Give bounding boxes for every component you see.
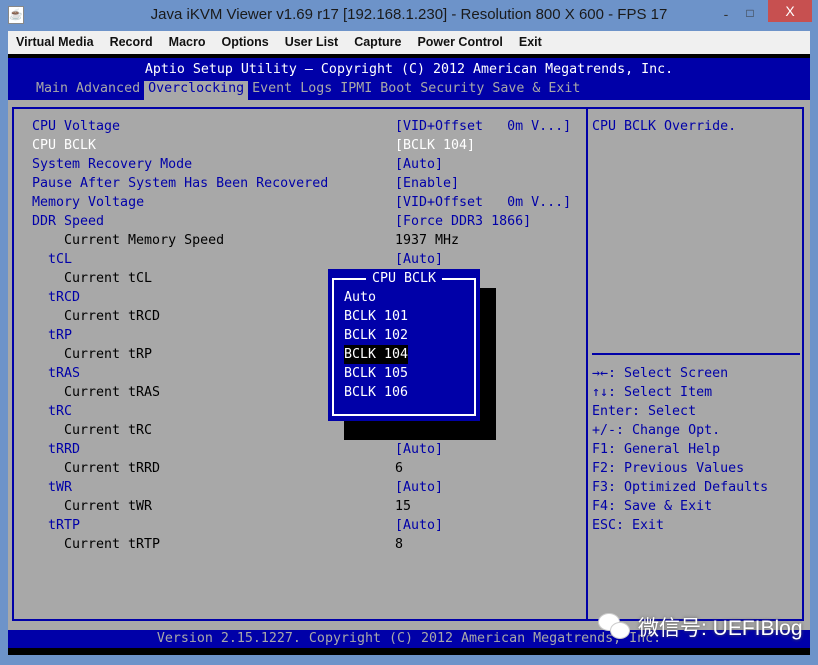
key-hint: +/-: Change Opt. — [592, 423, 721, 438]
setting-label: Current tRCD — [64, 309, 161, 324]
setting-value[interactable]: [Auto] — [395, 440, 443, 459]
setting-label: Current tWR — [64, 499, 153, 514]
setting-label[interactable]: tWR — [48, 478, 72, 497]
menu-power-control[interactable]: Power Control — [409, 31, 510, 54]
tab-save-exit[interactable]: Save & Exit — [488, 81, 584, 100]
setting-label: Current tCL — [64, 271, 153, 286]
help-divider — [592, 353, 800, 355]
setting-label: Current tRC — [64, 423, 153, 438]
setting-value[interactable]: [Auto] — [395, 478, 443, 497]
setting-label[interactable]: tRTP — [48, 516, 80, 535]
setting-value: 8 — [395, 537, 404, 552]
close-button[interactable]: X — [768, 0, 812, 22]
setting-label[interactable]: tRP — [48, 326, 72, 345]
bios-screen[interactable]: Aptio Setup Utility – Copyright (C) 2012… — [8, 54, 810, 655]
setting-label[interactable]: Pause After System Has Been Recovered — [32, 174, 328, 193]
menu-record[interactable]: Record — [102, 31, 161, 54]
key-hint: F3: Optimized Defaults — [592, 480, 769, 495]
setting-label: Current tRRD — [64, 461, 161, 476]
cpu-bclk-popup: CPU BCLK Auto BCLK 101 BCLK 102 BCLK 104 BCL… — [328, 269, 480, 421]
window-title: Java iKVM Viewer v1.69 r17 [192.168.1.23… — [150, 6, 668, 23]
setting-label[interactable]: tRC — [48, 402, 72, 421]
tab-event-logs[interactable]: Event Logs — [248, 81, 336, 100]
setting-label: Current tRP — [64, 347, 153, 362]
setting-label[interactable]: tRAS — [48, 364, 80, 383]
setting-label: Current tRTP — [64, 537, 161, 552]
setting-value[interactable]: [Enable] — [395, 174, 459, 193]
setting-label: Current tRAS — [64, 385, 161, 400]
key-hint: →←: Select Screen — [592, 366, 729, 381]
help-text: CPU BCLK Override. — [592, 119, 737, 134]
setting-label[interactable]: System Recovery Mode — [32, 155, 192, 174]
wechat-icon — [598, 613, 632, 641]
popup-option[interactable]: BCLK 101 — [344, 307, 408, 326]
menu-virtual-media[interactable]: Virtual Media — [8, 31, 102, 54]
setting-value: 6 — [395, 461, 404, 476]
setting-value[interactable]: [Auto] — [395, 516, 443, 535]
setting-value[interactable]: [BCLK 104] — [395, 136, 475, 155]
setting-label: Current Memory Speed — [64, 233, 225, 248]
tab-overclocking[interactable]: Overclocking — [144, 81, 249, 100]
bios-title: Aptio Setup Utility – Copyright (C) 2012… — [144, 62, 674, 77]
menu-macro[interactable]: Macro — [161, 31, 214, 54]
bios-tabs: Main Advanced Overclocking Event Logs IPMI Bo… — [32, 81, 584, 100]
setting-label[interactable]: DDR Speed — [32, 212, 104, 231]
setting-value: 1937 MHz — [395, 233, 460, 248]
popup-title: CPU BCLK — [365, 271, 443, 286]
setting-value[interactable]: [Auto] — [395, 250, 443, 269]
watermark: 微信号: UEFIBlog — [598, 612, 803, 642]
window-titlebar: ☕ Java iKVM Viewer v1.69 r17 [192.168.1.… — [0, 0, 818, 30]
minimize-button[interactable]: - — [716, 6, 736, 22]
watermark-text: 微信号: UEFIBlog — [638, 617, 803, 640]
setting-value[interactable]: [VID+Offset 0m V...] — [395, 117, 571, 136]
setting-value[interactable]: [Force DDR3 1866] — [395, 212, 531, 231]
key-hint: F4: Save & Exit — [592, 499, 713, 514]
tab-main[interactable]: Main — [32, 81, 72, 100]
setting-label[interactable]: tCL — [48, 250, 72, 269]
setting-label[interactable]: CPU Voltage — [32, 117, 120, 136]
setting-label[interactable]: Memory Voltage — [32, 193, 144, 212]
popup-option[interactable]: BCLK 104 — [344, 345, 409, 364]
setting-value[interactable]: [Auto] — [395, 155, 443, 174]
tab-ipmi[interactable]: IPMI — [336, 81, 376, 100]
menubar: Virtual Media Record Macro Options User List… — [8, 31, 810, 54]
key-hint: ↑↓: Select Item — [592, 385, 713, 400]
menu-user-list[interactable]: User List — [277, 31, 347, 54]
popup-option[interactable]: BCLK 102 — [344, 326, 408, 345]
menu-capture[interactable]: Capture — [346, 31, 409, 54]
tab-advanced[interactable]: Advanced — [72, 81, 144, 100]
setting-label[interactable]: tRRD — [48, 440, 80, 459]
popup-option[interactable]: BCLK 105 — [344, 364, 408, 383]
menu-options[interactable]: Options — [213, 31, 276, 54]
key-hint: F2: Previous Values — [592, 461, 745, 476]
popup-option[interactable]: BCLK 106 — [344, 383, 408, 402]
maximize-button[interactable]: □ — [740, 6, 760, 22]
key-hint: F1: General Help — [592, 442, 721, 457]
setting-label[interactable]: CPU BCLK — [32, 136, 96, 155]
setting-value: 15 — [395, 499, 412, 514]
key-hint: ESC: Exit — [592, 518, 665, 533]
menu-exit[interactable]: Exit — [511, 31, 550, 54]
setting-value[interactable]: [VID+Offset 0m V...] — [395, 193, 571, 212]
bios-header: Aptio Setup Utility – Copyright (C) 2012… — [8, 58, 810, 100]
popup-option[interactable]: Auto — [344, 288, 376, 307]
key-hint: Enter: Select — [592, 404, 697, 419]
panel-divider — [586, 107, 588, 621]
setting-label[interactable]: tRCD — [48, 288, 80, 307]
tab-security[interactable]: Security — [416, 81, 488, 100]
tab-boot[interactable]: Boot — [376, 81, 416, 100]
